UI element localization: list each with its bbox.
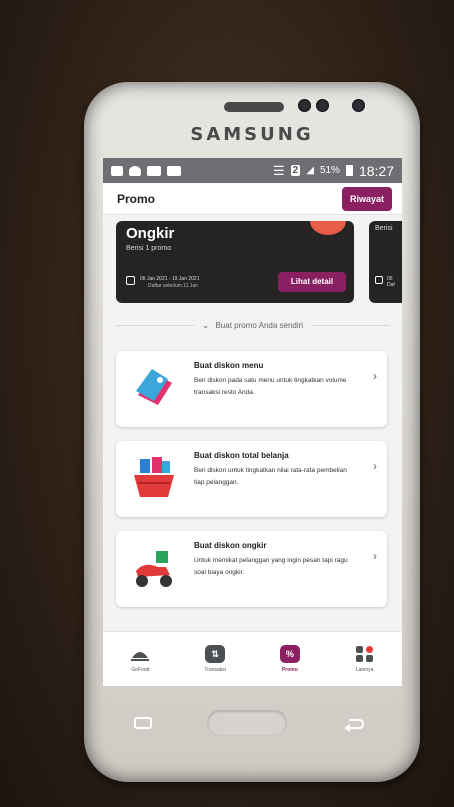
promo-card[interactable]: Ongkir Berisi 1 promo 06 Jan 2021 - 19 J… bbox=[116, 221, 354, 303]
brand-logo: SAMSUNG bbox=[190, 124, 314, 145]
divider bbox=[115, 324, 194, 326]
chevron-right-icon: › bbox=[373, 369, 377, 383]
battery-icon bbox=[345, 165, 353, 176]
option-delivery-discount[interactable]: Buat diskon ongkir Untuk memikat pelangg… bbox=[116, 531, 387, 607]
photo-frame: SAMSUNG ☰ 2 ◢ 51% 18:27 Promo Riwayat On… bbox=[0, 0, 454, 807]
clock: 18:27 bbox=[358, 162, 394, 179]
video-icon-2 bbox=[167, 165, 181, 176]
nav-gofood[interactable]: GoFood bbox=[110, 645, 170, 673]
price-tag-icon bbox=[136, 369, 172, 405]
option-title: Buat diskon ongkir bbox=[194, 541, 267, 550]
create-promo-label: Buat promo Anda sendiri bbox=[215, 320, 304, 330]
chevron-right-icon: › bbox=[373, 459, 377, 473]
promo-card-title: Ongkir bbox=[126, 225, 175, 242]
front-camera-icon bbox=[352, 99, 365, 112]
chevron-right-icon: › bbox=[373, 549, 377, 563]
create-promo-toggle[interactable]: ⌄ Buat promo Anda sendiri bbox=[115, 311, 390, 339]
wifi-icon: ☰ bbox=[273, 162, 285, 178]
divider bbox=[311, 324, 390, 326]
app-bar: Promo Riwayat bbox=[103, 183, 402, 215]
history-button[interactable]: Riwayat bbox=[341, 186, 392, 211]
option-title: Buat diskon menu bbox=[194, 361, 264, 370]
promo-illustration bbox=[310, 221, 346, 235]
promo-carousel[interactable]: Ongkir Berisi 1 promo 06 Jan 2021 - 19 J… bbox=[103, 221, 402, 311]
shopping-basket-icon bbox=[134, 457, 174, 497]
promo-card-subtitle: Berisi 1 promo bbox=[126, 245, 172, 252]
transaction-icon: ⇅ bbox=[205, 645, 226, 663]
nav-label: Lainnya bbox=[355, 667, 374, 673]
promo-card-next-subtitle: Berisi bbox=[375, 225, 393, 232]
detail-button[interactable]: Lihat detail bbox=[278, 272, 346, 292]
nav-promo[interactable]: % Promo bbox=[260, 645, 320, 673]
option-desc: Beri diskon untuk tingkatkan nilai rata-… bbox=[194, 467, 347, 486]
option-desc: Untuk memikat pelanggan yang ingin pesan… bbox=[194, 557, 348, 576]
bell-icon bbox=[129, 165, 141, 176]
promo-date-range: 06 Jan 2021 - 19 Jan 2021 bbox=[140, 276, 200, 282]
notification-icon bbox=[111, 165, 123, 176]
grid-icon bbox=[355, 645, 375, 663]
earpiece-speaker bbox=[224, 102, 284, 112]
sensor-icon bbox=[298, 99, 311, 112]
page-title: Promo bbox=[117, 191, 156, 206]
option-total-discount[interactable]: Buat diskon total belanja Beri diskon un… bbox=[116, 441, 387, 517]
promo-register-note: Daftar sebelum 11 Jan bbox=[148, 283, 198, 289]
scooter-icon bbox=[136, 551, 172, 587]
battery-percent: 51% bbox=[319, 165, 340, 176]
option-desc: Beri diskon pada satu menu untuk tingkat… bbox=[194, 377, 347, 396]
status-bar: ☰ 2 ◢ 51% 18:27 bbox=[103, 158, 402, 183]
promo-icon: % bbox=[279, 645, 300, 663]
option-menu-discount[interactable]: Buat diskon menu Beri diskon pada satu m… bbox=[116, 351, 387, 427]
nav-transaksi[interactable]: ⇅ Transaksi bbox=[185, 645, 245, 673]
nav-label: Promo bbox=[281, 667, 298, 673]
chevron-down-icon: ⌄ bbox=[201, 319, 210, 330]
calendar-icon bbox=[126, 276, 135, 285]
calendar-icon-2 bbox=[375, 276, 383, 284]
nav-lainnya[interactable]: Lainnya bbox=[335, 645, 395, 673]
phone-screen: ☰ 2 ◢ 51% 18:27 Promo Riwayat Ongkir Ber… bbox=[103, 158, 402, 686]
option-title: Buat diskon total belanja bbox=[194, 451, 289, 460]
promo-card-next-date: 06 Daf bbox=[387, 276, 395, 288]
gofood-icon bbox=[130, 645, 150, 663]
sensor-icon-2 bbox=[316, 99, 329, 112]
bottom-nav: GoFood ⇅ Transaksi % Promo Lainnya bbox=[103, 631, 402, 686]
recent-apps-icon[interactable] bbox=[133, 716, 153, 730]
nav-label: GoFood bbox=[131, 667, 150, 673]
video-icon bbox=[147, 165, 161, 176]
home-button[interactable] bbox=[207, 710, 287, 736]
back-icon[interactable] bbox=[343, 716, 365, 732]
sim-badge: 2 bbox=[290, 165, 301, 176]
signal-icon: ◢ bbox=[306, 165, 314, 176]
promo-card-next[interactable]: Berisi 06 Daf bbox=[369, 221, 402, 303]
nav-label: Transaksi bbox=[204, 667, 226, 673]
